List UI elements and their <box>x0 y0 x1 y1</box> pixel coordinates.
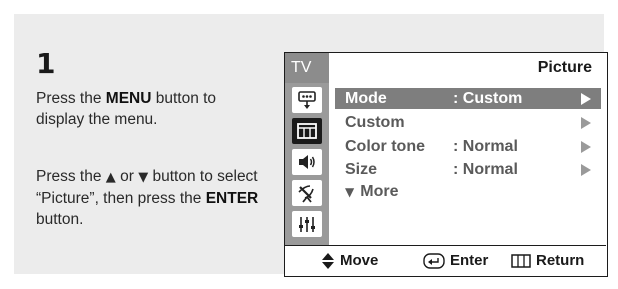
step-number: 1 <box>36 47 56 80</box>
picture-icon[interactable] <box>292 118 322 144</box>
menu-row-mode[interactable]: Mode : Custom <box>335 88 601 109</box>
instruction-text: Press the <box>36 90 106 107</box>
setup-icon[interactable] <box>292 211 322 237</box>
menu-button-label: MENU <box>105 90 152 107</box>
return-menu-icon <box>511 254 531 268</box>
down-arrow-icon: ▼ <box>138 170 149 185</box>
menu-more[interactable]: ▼ More <box>345 183 398 201</box>
menu-row-color-tone[interactable]: Color tone : Normal <box>335 136 601 157</box>
footer-move: Move <box>321 246 378 276</box>
tv-osd-menu: TV Picture Mode: Custom Custom Color to… <box>284 52 608 277</box>
instruction-paragraph-1: Press the MENU button to display the men… <box>36 88 264 130</box>
footer-return-label: Return <box>536 252 585 269</box>
osd-menu-rows: Mode : Custom Custom Color tone : Normal… <box>329 83 606 245</box>
enter-icon <box>423 253 445 269</box>
chevron-right-icon <box>581 93 591 105</box>
row-value: : Custom <box>453 90 523 107</box>
triangle-down-icon: ▼ <box>345 185 355 199</box>
instruction-text: or <box>115 168 139 185</box>
row-label: Custom <box>345 114 405 131</box>
footer-enter: Enter <box>423 246 488 276</box>
instruction-text: button. <box>36 211 84 228</box>
row-label: Color tone <box>345 138 425 155</box>
enter-button-label: ENTER <box>205 190 259 207</box>
more-label: More <box>360 183 399 200</box>
chevron-right-icon <box>581 117 591 129</box>
osd-tab-tv[interactable]: TV <box>285 53 329 83</box>
channel-antenna-icon[interactable] <box>292 180 322 206</box>
instruction-paragraph-2: Press the ▲ or ▼ button to select “Pictu… <box>36 166 264 230</box>
osd-title: Picture <box>537 59 592 76</box>
row-label: Mode <box>345 90 387 107</box>
up-arrow-icon: ▲ <box>105 170 116 185</box>
osd-footer: Move Enter Return <box>285 245 606 275</box>
up-down-arrow-icon <box>322 253 334 269</box>
footer-enter-label: Enter <box>450 252 489 269</box>
footer-move-label: Move <box>340 252 379 269</box>
osd-sidebar <box>285 83 329 245</box>
instruction-panel: 1 Press the MENU button to display the m… <box>14 14 608 277</box>
menu-row-size[interactable]: Size : Normal <box>335 159 601 180</box>
row-value: : Normal <box>453 138 518 155</box>
row-label: Size <box>345 161 378 178</box>
osd-header: TV Picture <box>285 53 606 83</box>
input-icon[interactable] <box>292 87 322 113</box>
row-value: : Normal <box>453 161 518 178</box>
footer-return: Return <box>511 246 584 276</box>
chevron-right-icon <box>581 164 591 176</box>
menu-row-custom[interactable]: Custom <box>335 112 601 133</box>
instruction-text: Press the <box>36 168 106 185</box>
chevron-right-icon <box>581 141 591 153</box>
sound-icon[interactable] <box>292 149 322 175</box>
